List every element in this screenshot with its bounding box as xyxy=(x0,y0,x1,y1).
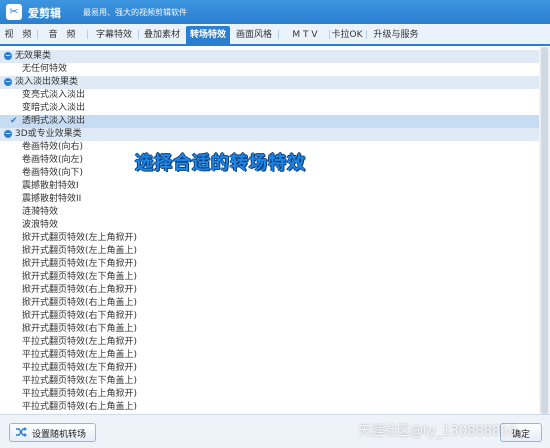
item-label: 平拉式翻页特效(左下角掀开) xyxy=(22,363,138,373)
list-item[interactable]: 平拉式翻页特效(左上角盖上) xyxy=(0,349,539,362)
item-label: 平拉式翻页特效(左上角盖上) xyxy=(22,350,138,360)
shuffle-icon xyxy=(16,427,27,437)
item-label: 卷画特效(向左) xyxy=(22,155,84,165)
item-label: 平拉式翻页特效(右上角盖上) xyxy=(22,402,138,412)
list-item[interactable]: 平拉式翻页特效(左下角盖上) xyxy=(0,375,539,388)
item-label: 掀开式翻页特效(右下角盖上) xyxy=(22,324,138,334)
item-label: 平拉式翻页特效(左下角盖上) xyxy=(22,376,138,386)
tab-divider xyxy=(366,30,367,39)
tab-karaoke[interactable]: 卡拉OK xyxy=(330,26,364,44)
tab-video[interactable]: 视 频 xyxy=(4,26,32,44)
list-scrollbar[interactable] xyxy=(539,47,550,414)
item-label: 掀开式翻页特效(左下角盖上) xyxy=(22,272,138,282)
tab-overlay-material[interactable]: 叠加素材 xyxy=(140,26,184,44)
list-item[interactable]: 掀开式翻页特效(左上角盖上) xyxy=(0,245,539,258)
item-label: 掀开式翻页特效(左下角掀开) xyxy=(22,259,138,269)
item-label: 震撼散射特效II xyxy=(22,194,82,204)
item-label: 卷画特效(向右) xyxy=(22,142,84,152)
item-label: 卷画特效(向下) xyxy=(22,168,84,178)
app-logo-icon: ✂ xyxy=(6,4,22,20)
item-label: 变暗式淡入淡出 xyxy=(22,103,86,113)
list-item[interactable]: 震撼散射特效I xyxy=(0,180,539,193)
category-3d-pro[interactable]: − 3D或专业效果类 xyxy=(0,128,539,141)
app-slogan: 最易用、强大的视频剪辑软件 xyxy=(83,8,187,17)
title-bar: ✂ 爱剪辑 最易用、强大的视频剪辑软件 xyxy=(0,0,550,24)
list-item[interactable]: 平拉式翻页特效(右上角掀开) xyxy=(0,388,539,401)
watermark: 天涯社区@ty_130888850 xyxy=(358,424,517,439)
item-label: 掀开式翻页特效(右上角掀开) xyxy=(22,285,138,295)
tab-divider xyxy=(87,30,88,39)
app-name: 爱剪辑 xyxy=(28,7,61,20)
list-item[interactable]: 掀开式翻页特效(左下角掀开) xyxy=(0,258,539,271)
list-item-selected[interactable]: ✔ 透明式淡入淡出 xyxy=(0,115,539,128)
item-label: 平拉式翻页特效(左上角掀开) xyxy=(22,337,138,347)
category-label: 无效果类 xyxy=(15,51,52,61)
set-random-transition-button[interactable]: 设置随机转场 xyxy=(9,423,96,442)
tab-upgrade-service[interactable]: 升级与服务 xyxy=(369,26,423,44)
list-item[interactable]: 掀开式翻页特效(左下角盖上) xyxy=(0,271,539,284)
item-label: 掀开式翻页特效(左上角盖上) xyxy=(22,246,138,256)
tab-subtitle-effects[interactable]: 字幕特效 xyxy=(92,26,136,44)
tab-divider xyxy=(278,30,279,39)
list-item[interactable]: 平拉式翻页特效(左上角掀开) xyxy=(0,336,539,349)
tab-transition-effects[interactable]: 转场特效 xyxy=(186,26,230,44)
category-label: 3D或专业效果类 xyxy=(15,129,82,139)
list-item[interactable]: 掀开式翻页特效(右上角掀开) xyxy=(0,284,539,297)
item-label: 波浪特效 xyxy=(22,220,59,230)
list-item[interactable]: 掀开式翻页特效(右下角掀开) xyxy=(0,310,539,323)
item-label: 掀开式翻页特效(右下角掀开) xyxy=(22,311,138,321)
tab-divider xyxy=(37,30,38,39)
item-label: 震撼散射特效I xyxy=(22,181,79,191)
category-no-effect[interactable]: − 无效果类 xyxy=(0,50,539,63)
list-item[interactable]: 变亮式淡入淡出 xyxy=(0,89,539,102)
collapse-icon[interactable]: − xyxy=(4,78,12,86)
tab-divider xyxy=(138,30,139,39)
list-item[interactable]: 掀开式翻页特效(左上角掀开) xyxy=(0,232,539,245)
item-label: 掀开式翻页特效(右上角盖上) xyxy=(22,298,138,308)
tab-audio[interactable]: 音 频 xyxy=(42,26,82,44)
list-item[interactable]: 掀开式翻页特效(右上角盖上) xyxy=(0,297,539,310)
tab-bar: 视 频 音 频 字幕特效 叠加素材 转场特效 画面风格 M T V 卡拉OK 升… xyxy=(0,24,550,46)
list-item[interactable]: 平拉式翻页特效(右上角盖上) xyxy=(0,401,539,414)
checkmark-icon: ✔ xyxy=(10,116,18,126)
list-item[interactable]: 涟漪特效 xyxy=(0,206,539,219)
list-item[interactable]: 震撼散射特效II xyxy=(0,193,539,206)
random-button-label: 设置随机转场 xyxy=(32,430,87,440)
item-label: 平拉式翻页特效(右上角掀开) xyxy=(22,389,138,399)
item-label: 透明式淡入淡出 xyxy=(22,116,86,126)
list-item[interactable]: 变暗式淡入淡出 xyxy=(0,102,539,115)
list-item[interactable]: 掀开式翻页特效(右下角盖上) xyxy=(0,323,539,336)
list-item[interactable]: 平拉式翻页特效(左下角掀开) xyxy=(0,362,539,375)
transition-effects-list[interactable]: − 无效果类 无任何特效 − 淡入淡出效果类 变亮式淡入淡出 变暗式淡入淡出 ✔… xyxy=(0,47,550,414)
category-fade[interactable]: − 淡入淡出效果类 xyxy=(0,76,539,89)
tutorial-caption: 选择合适的转场特效 xyxy=(135,153,306,174)
item-label: 掀开式翻页特效(左上角掀开) xyxy=(22,233,138,243)
list-item[interactable]: 波浪特效 xyxy=(0,219,539,232)
scrollbar-thumb[interactable] xyxy=(541,47,548,414)
item-label: 变亮式淡入淡出 xyxy=(22,90,86,100)
tab-mtv[interactable]: M T V xyxy=(282,26,328,44)
item-label: 无任何特效 xyxy=(22,64,68,74)
item-label: 涟漪特效 xyxy=(22,207,59,217)
tab-picture-style[interactable]: 画面风格 xyxy=(232,26,276,44)
collapse-icon[interactable]: − xyxy=(4,130,12,138)
category-label: 淡入淡出效果类 xyxy=(15,77,79,87)
list-item[interactable]: 无任何特效 xyxy=(0,63,539,76)
collapse-icon[interactable]: − xyxy=(4,52,12,60)
